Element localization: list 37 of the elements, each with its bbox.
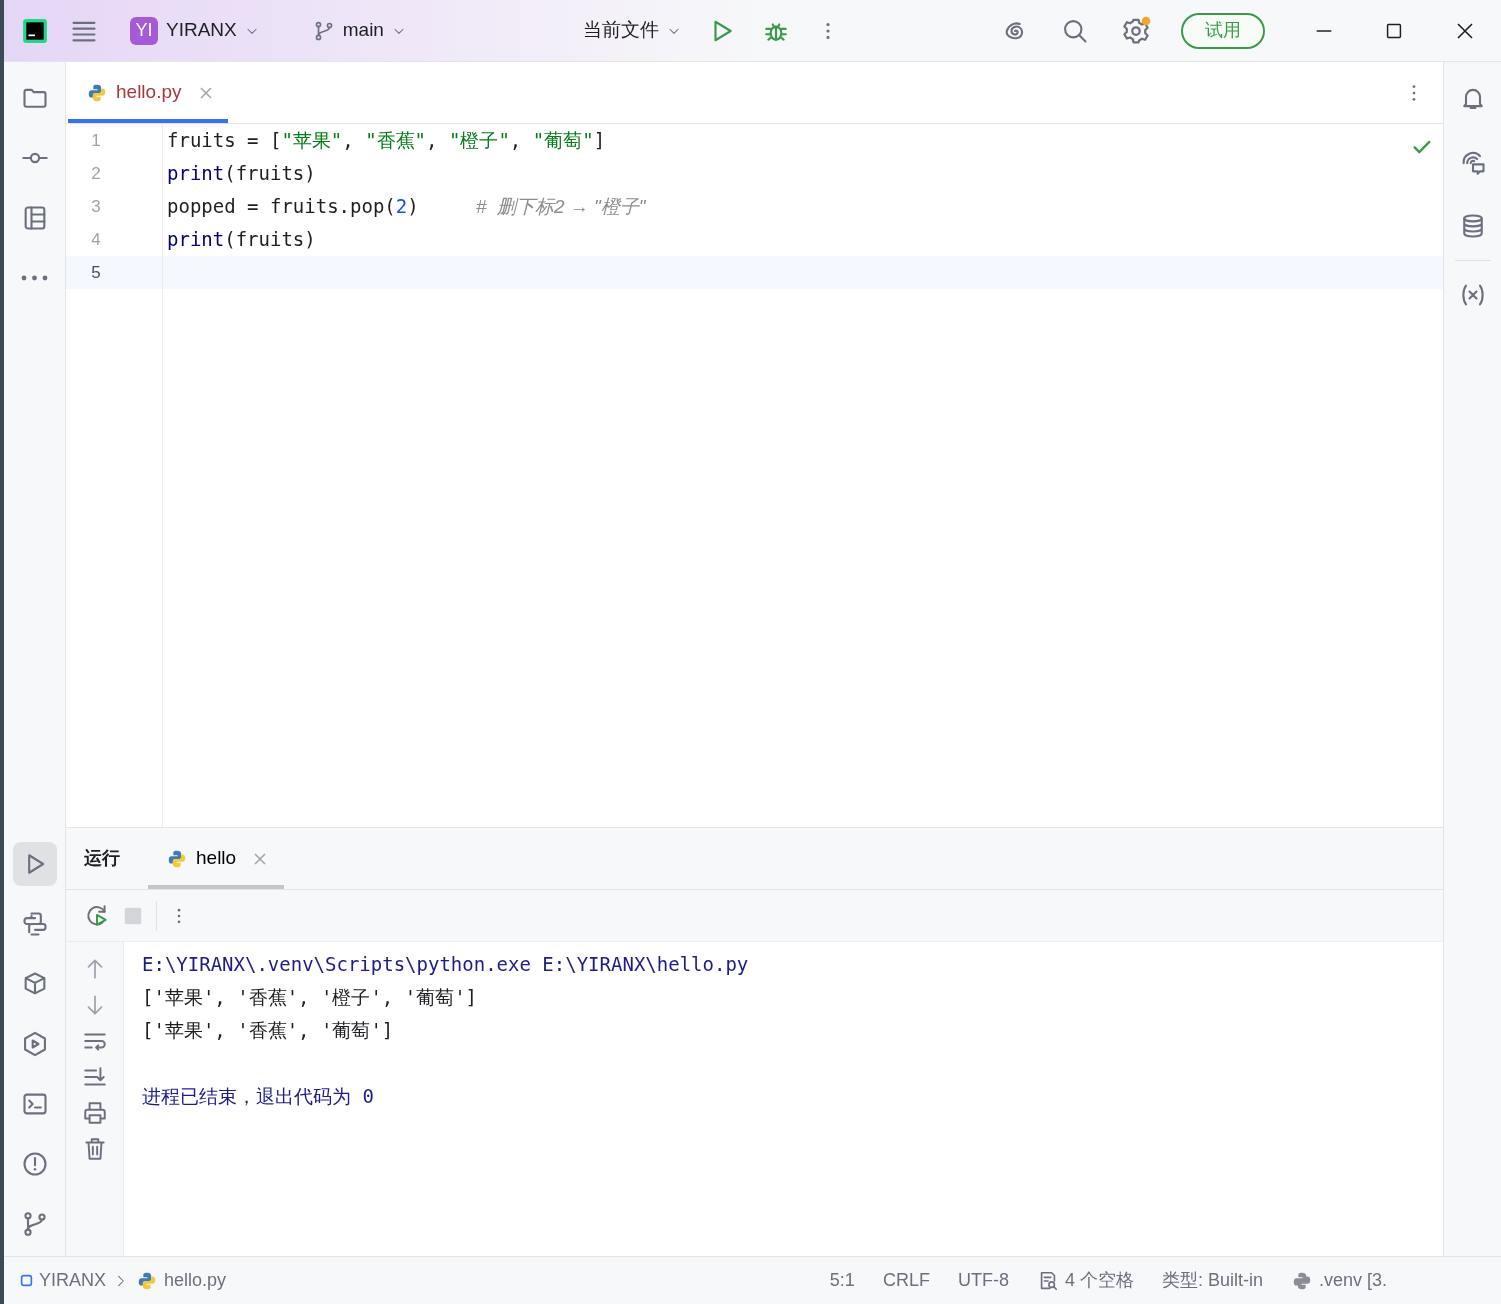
cursor-position[interactable]: 5:1 <box>819 1267 865 1294</box>
code-line: popped = fruits.pop(2) # 删下标2 → "橙子" <box>166 193 646 219</box>
line-number: 3 <box>90 195 102 218</box>
panel-title: 运行 <box>83 847 121 870</box>
file-type[interactable]: 类型: Built-in <box>1151 1267 1273 1294</box>
console-line: 进程已结束，退出代码为 0 <box>142 1084 375 1110</box>
line-number: 4 <box>90 228 102 251</box>
line-ending[interactable]: CRLF <box>872 1267 940 1294</box>
code-line: print(fruits) <box>166 161 316 187</box>
rerun-icon[interactable] <box>84 902 110 929</box>
python-icon <box>20 910 49 938</box>
file-encoding[interactable]: UTF-8 <box>947 1267 1019 1294</box>
settings-icon[interactable] <box>1121 15 1151 46</box>
indent-setting[interactable]: 4 个空格 <box>1064 1267 1134 1294</box>
console-line: ['苹果', '香蕉', '葡萄'] <box>142 1018 395 1044</box>
print-icon[interactable] <box>81 1100 108 1126</box>
file-tab[interactable]: hello.py <box>68 62 228 123</box>
code-line: print(fruits) <box>166 227 316 253</box>
interpreter-selector[interactable]: .venv [3. <box>1318 1267 1387 1294</box>
console-line: E:\YIRANX\.venv\Scripts\python.exe E:\YIRANX\hello.py <box>142 952 749 978</box>
line-number: 1 <box>90 129 102 152</box>
code-line: fruits = ["苹果", "香蕉", "橙子", "葡萄"] <box>166 128 606 154</box>
warning-icon <box>20 1150 49 1178</box>
project-badge: YI <box>130 16 158 45</box>
console-line: ['苹果', '香蕉', '橙子', '葡萄'] <box>142 985 479 1011</box>
breadcrumb-link[interactable]: YIRANX <box>39 1267 107 1294</box>
line-number: 5 <box>90 261 102 284</box>
run-config-selector[interactable]: 当前文件 <box>575 12 690 49</box>
module-icon <box>20 1274 33 1287</box>
project-selector[interactable]: YI YIRANX <box>122 12 267 49</box>
play-tool-button[interactable] <box>12 842 57 886</box>
trial-button[interactable]: 试用 <box>1181 12 1265 49</box>
branch-selector[interactable]: main <box>304 12 414 49</box>
line-number: 2 <box>90 162 102 185</box>
more-icon <box>21 275 48 281</box>
app-logo-icon <box>22 17 48 44</box>
breadcrumb-link[interactable]: hello.py <box>164 1267 227 1294</box>
